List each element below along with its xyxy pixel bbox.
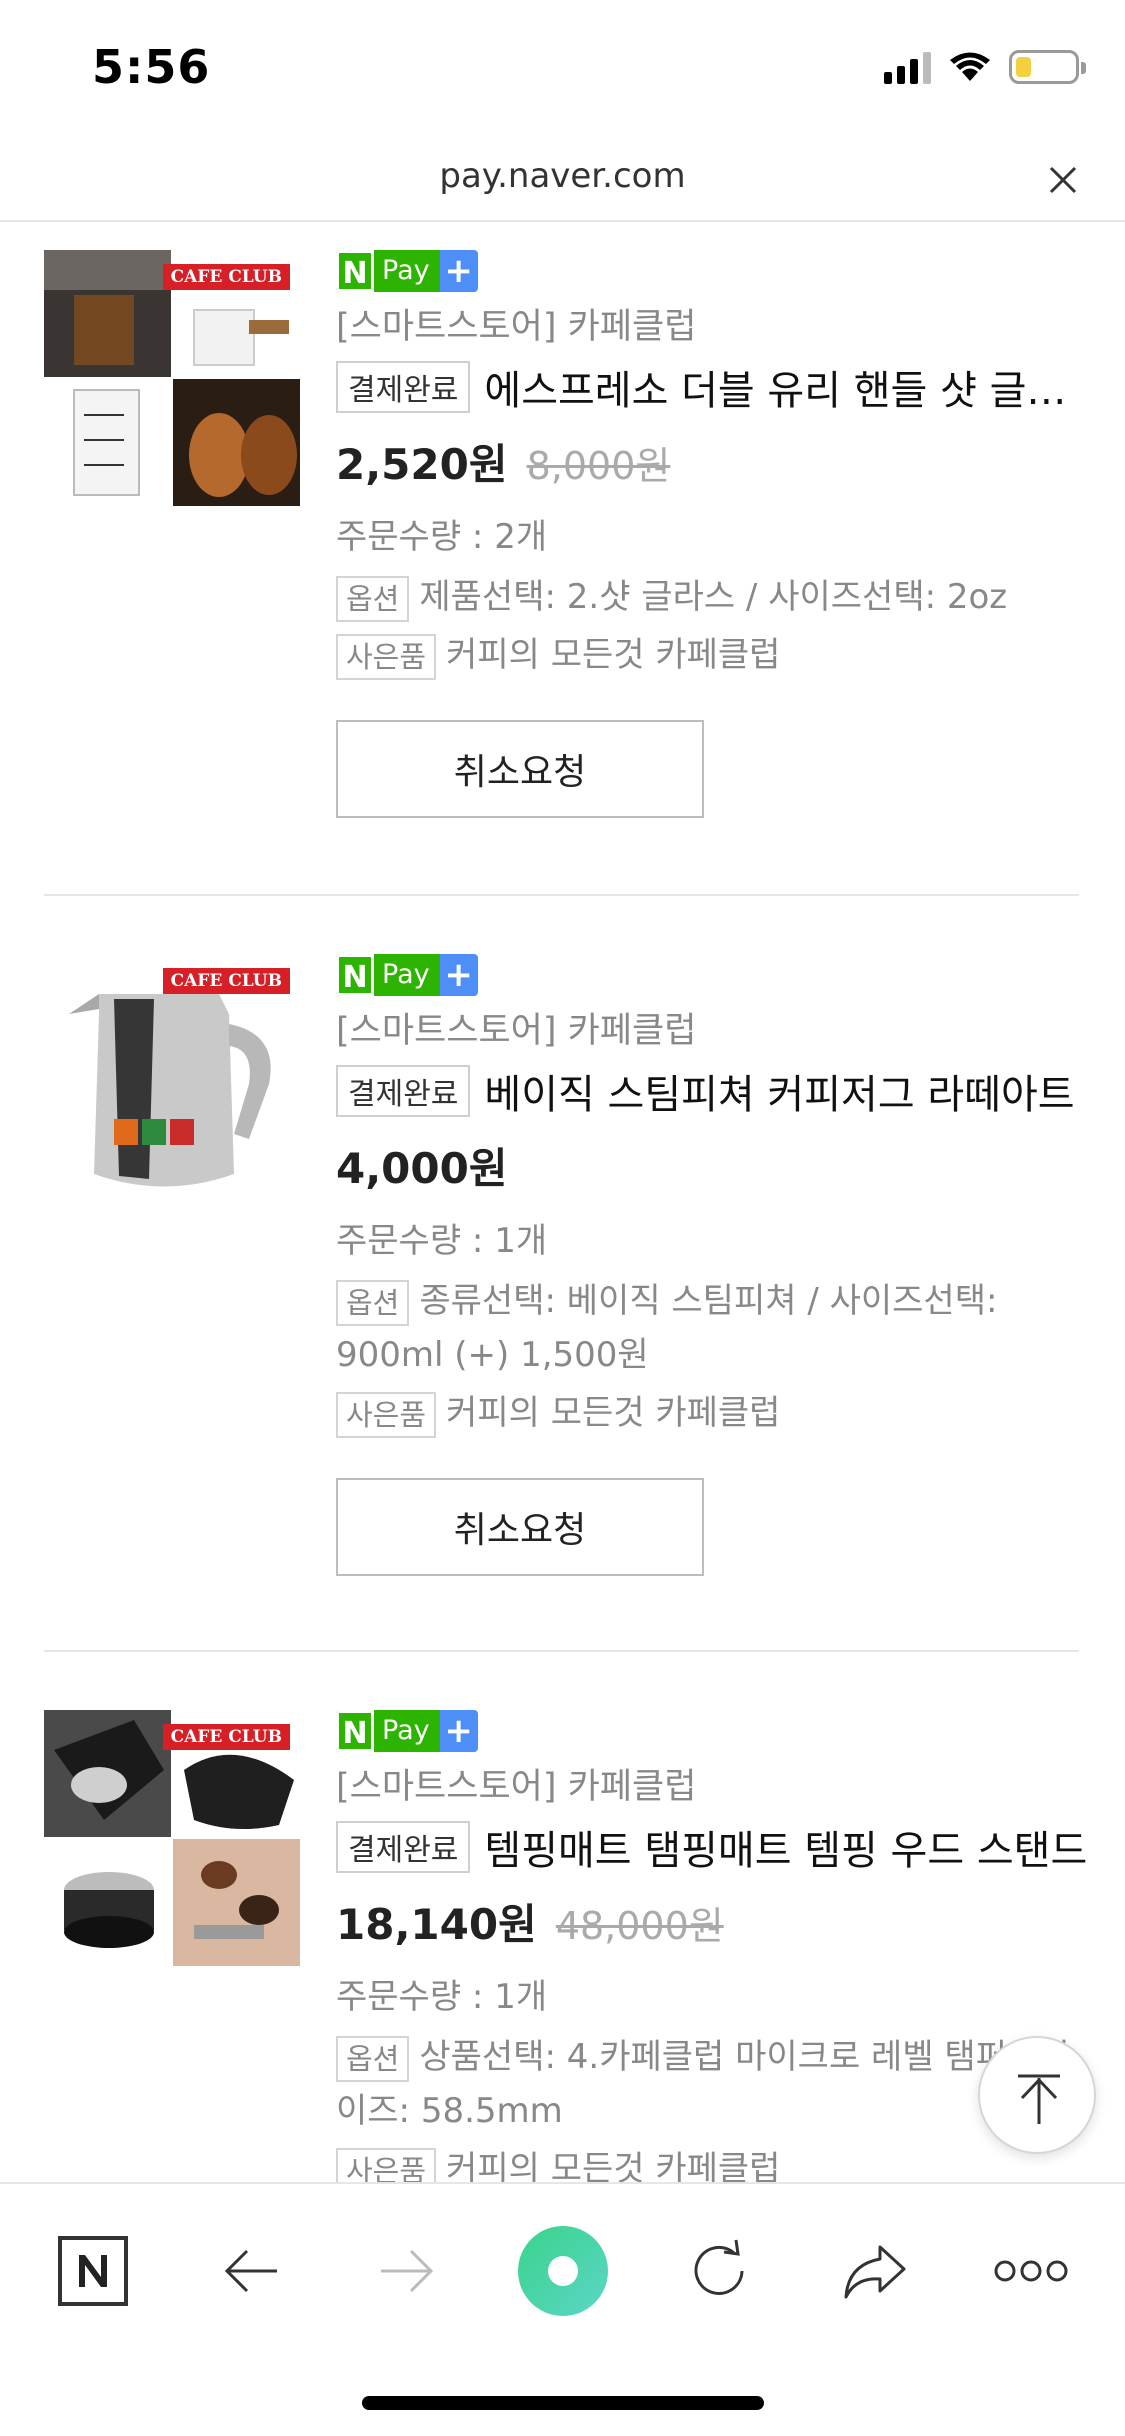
close-icon[interactable] (1041, 158, 1085, 202)
divider (44, 1650, 1079, 1652)
price-row: 4,000원 (336, 1134, 1096, 1204)
status-badge: 결제완료 (336, 361, 471, 413)
gift-tag: 사은품 (336, 633, 437, 680)
cancel-request-button[interactable]: 취소요청 (336, 1478, 704, 1576)
price: 18,140원 (336, 1900, 537, 1949)
signal-icon (884, 50, 931, 84)
back-arrow-icon (224, 2249, 277, 2293)
option-text: 상품선택: 4.카페클럽 마이크로 레벨 탬퍼 / 사이즈: 58.5mm (336, 2037, 1072, 2131)
npay-plus-badge: N Pay + (336, 250, 478, 292)
option-tag: 옵션 (336, 2035, 410, 2082)
product-title[interactable]: 베이직 스팀피쳐 커피저그 라떼아트 (484, 1062, 1096, 1120)
url-text[interactable]: pay.naver.com (0, 156, 1125, 196)
quantity: 주문수량 : 2개 (336, 517, 548, 557)
brand-badge: CAFE CLUB (162, 1724, 290, 1750)
gift-text: 커피의 모든것 카페클럽 (446, 2149, 781, 2182)
share-icon (844, 2245, 906, 2299)
reload-button[interactable] (674, 2226, 764, 2316)
original-price: 48,000원 (555, 1904, 724, 1948)
url-bar: pay.naver.com (0, 140, 1125, 222)
product-thumbnail[interactable]: CAFE CLUB (44, 1710, 300, 1966)
gift-tag: 사은품 (336, 1391, 437, 1438)
gift-row: 사은품 커피의 모든것 카페클럽 (336, 1386, 1096, 1440)
scroll-top-button[interactable] (978, 2036, 1096, 2154)
seller-name[interactable]: [스마트스토어] 카페클럽 (336, 1762, 1096, 1812)
title-row: 결제완료 에스프레소 더블 유리 핸들 샷 글라스 (336, 352, 1096, 422)
divider (44, 894, 1079, 896)
more-button[interactable] (986, 2226, 1076, 2316)
status-icons (884, 50, 1086, 84)
reload-icon (694, 2239, 744, 2295)
status-time: 5:56 (92, 40, 211, 94)
option-text: 제품선택: 2.샷 글라스 / 사이즈선택: 2oz (419, 577, 1008, 617)
order-list: CAFE CLUB N Pay + [스마트스토어] 카페클럽 결제완료 에스프… (0, 224, 1125, 2182)
home-indicator (362, 2396, 764, 2410)
status-badge: 결제완료 (336, 1821, 471, 1873)
gift-text: 커피의 모든것 카페클럽 (446, 1393, 781, 1433)
option-tag: 옵션 (336, 575, 410, 622)
option-text: 종류선택: 베이직 스팀피쳐 / 사이즈선택: 900ml (+) 1,500원 (336, 1281, 998, 1375)
product-thumbnail[interactable]: CAFE CLUB (44, 250, 300, 506)
wifi-icon (950, 52, 990, 81)
price: 4,000원 (336, 1144, 508, 1193)
title-row: 결제완료 템핑매트 탬핑매트 템핑 우드 스탠드 (336, 1812, 1096, 1882)
green-dot-icon (518, 2226, 608, 2316)
quantity: 주문수량 : 1개 (336, 1221, 548, 1261)
option-row: 옵션 종류선택: 베이직 스팀피쳐 / 사이즈선택: 900ml (+) 1,50… (336, 1274, 1096, 1382)
brand-badge: CAFE CLUB (162, 968, 290, 994)
naver-home-icon (58, 2236, 128, 2306)
gift-row: 사은품 커피의 모든것 카페클럽 (336, 628, 1096, 682)
green-dot-button[interactable] (518, 2226, 608, 2316)
original-price: 8,000원 (526, 444, 671, 488)
title-row: 결제완료 베이직 스팀피쳐 커피저그 라떼아트 (336, 1056, 1096, 1126)
forward-arrow-icon (381, 2249, 434, 2293)
cancel-request-button[interactable]: 취소요청 (336, 720, 704, 818)
order-info: N Pay + [스마트스토어] 카페클럽 결제완료 에스프레소 더블 유리 핸… (336, 250, 1096, 818)
naver-home-button[interactable] (48, 2226, 138, 2316)
battery-icon (1009, 50, 1086, 84)
npay-plus-badge: N Pay + (336, 1710, 478, 1752)
price-row: 18,140원 48,000원 (336, 1890, 1096, 1960)
product-title[interactable]: 에스프레소 더블 유리 핸들 샷 글라스 (484, 358, 1096, 416)
status-badge: 결제완료 (336, 1065, 471, 1117)
status-bar: 5:56 (0, 0, 1125, 140)
option-row: 옵션 제품선택: 2.샷 글라스 / 사이즈선택: 2oz (336, 570, 1096, 624)
forward-button[interactable] (362, 2226, 452, 2316)
option-tag: 옵션 (336, 1279, 410, 1326)
gift-tag: 사은품 (336, 2147, 437, 2182)
seller-name[interactable]: [스마트스토어] 카페클럽 (336, 302, 1096, 352)
price: 2,520원 (336, 440, 508, 489)
quantity: 주문수량 : 1개 (336, 1977, 548, 2017)
seller-name[interactable]: [스마트스토어] 카페클럽 (336, 1006, 1096, 1056)
share-button[interactable] (830, 2226, 920, 2316)
screen: 5:56 pay.naver.com CAFE CLUB N Pay + [스마… (0, 0, 1125, 2436)
more-icon (994, 2260, 1068, 2282)
gift-text: 커피의 모든것 카페클럽 (446, 635, 781, 675)
npay-plus-badge: N Pay + (336, 954, 478, 996)
back-button[interactable] (206, 2226, 296, 2316)
arrow-up-icon (1018, 2074, 1060, 2124)
order-info: N Pay + [스마트스토어] 카페클럽 결제완료 베이직 스팀피쳐 커피저그… (336, 954, 1096, 1576)
price-row: 2,520원 8,000원 (336, 430, 1096, 500)
brand-badge: CAFE CLUB (162, 264, 290, 290)
product-title[interactable]: 템핑매트 탬핑매트 템핑 우드 스탠드 (484, 1818, 1096, 1876)
product-thumbnail[interactable]: CAFE CLUB (44, 954, 300, 1210)
